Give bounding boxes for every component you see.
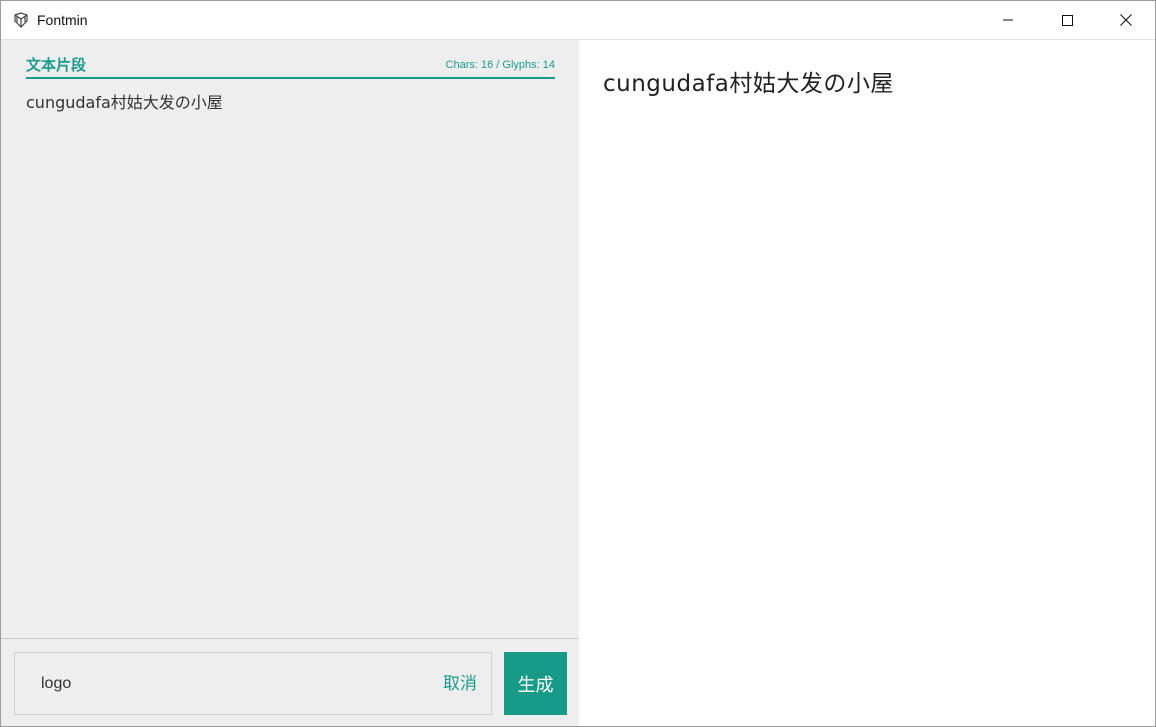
generate-button[interactable]: 生成 bbox=[504, 652, 567, 715]
editor-panel: 文本片段 Chars: 16 / Glyphs: 14 cungudafa村姑大… bbox=[1, 40, 579, 726]
char-glyph-count: Chars: 16 / Glyphs: 14 bbox=[445, 59, 555, 71]
section-title: 文本片段 bbox=[26, 56, 87, 74]
maximize-button[interactable] bbox=[1038, 1, 1096, 39]
window-title: Fontmin bbox=[37, 12, 88, 28]
minimize-icon bbox=[1003, 19, 1013, 21]
title-bar[interactable]: Fontmin bbox=[1, 1, 1155, 40]
cancel-button[interactable]: 取消 bbox=[443, 673, 477, 695]
font-name-value[interactable]: logo bbox=[41, 674, 71, 694]
text-snippet-input[interactable]: cungudafa村姑大发の小屋 bbox=[26, 92, 555, 632]
fontmin-logo-icon bbox=[14, 12, 28, 28]
font-preview-text: cungudafa村姑大发の小屋 bbox=[603, 71, 894, 97]
minimize-button[interactable] bbox=[979, 1, 1037, 39]
maximize-icon bbox=[1061, 14, 1073, 26]
close-icon bbox=[1120, 14, 1132, 26]
close-button[interactable] bbox=[1097, 1, 1155, 39]
footer-divider bbox=[1, 638, 579, 639]
font-name-field[interactable]: logo 取消 bbox=[14, 652, 492, 715]
app-window: Fontmin 文本片段 Chars: 16 / Glyphs: 14 cung… bbox=[0, 0, 1156, 727]
preview-panel: cungudafa村姑大发の小屋 bbox=[579, 40, 1155, 726]
section-divider bbox=[26, 77, 555, 79]
